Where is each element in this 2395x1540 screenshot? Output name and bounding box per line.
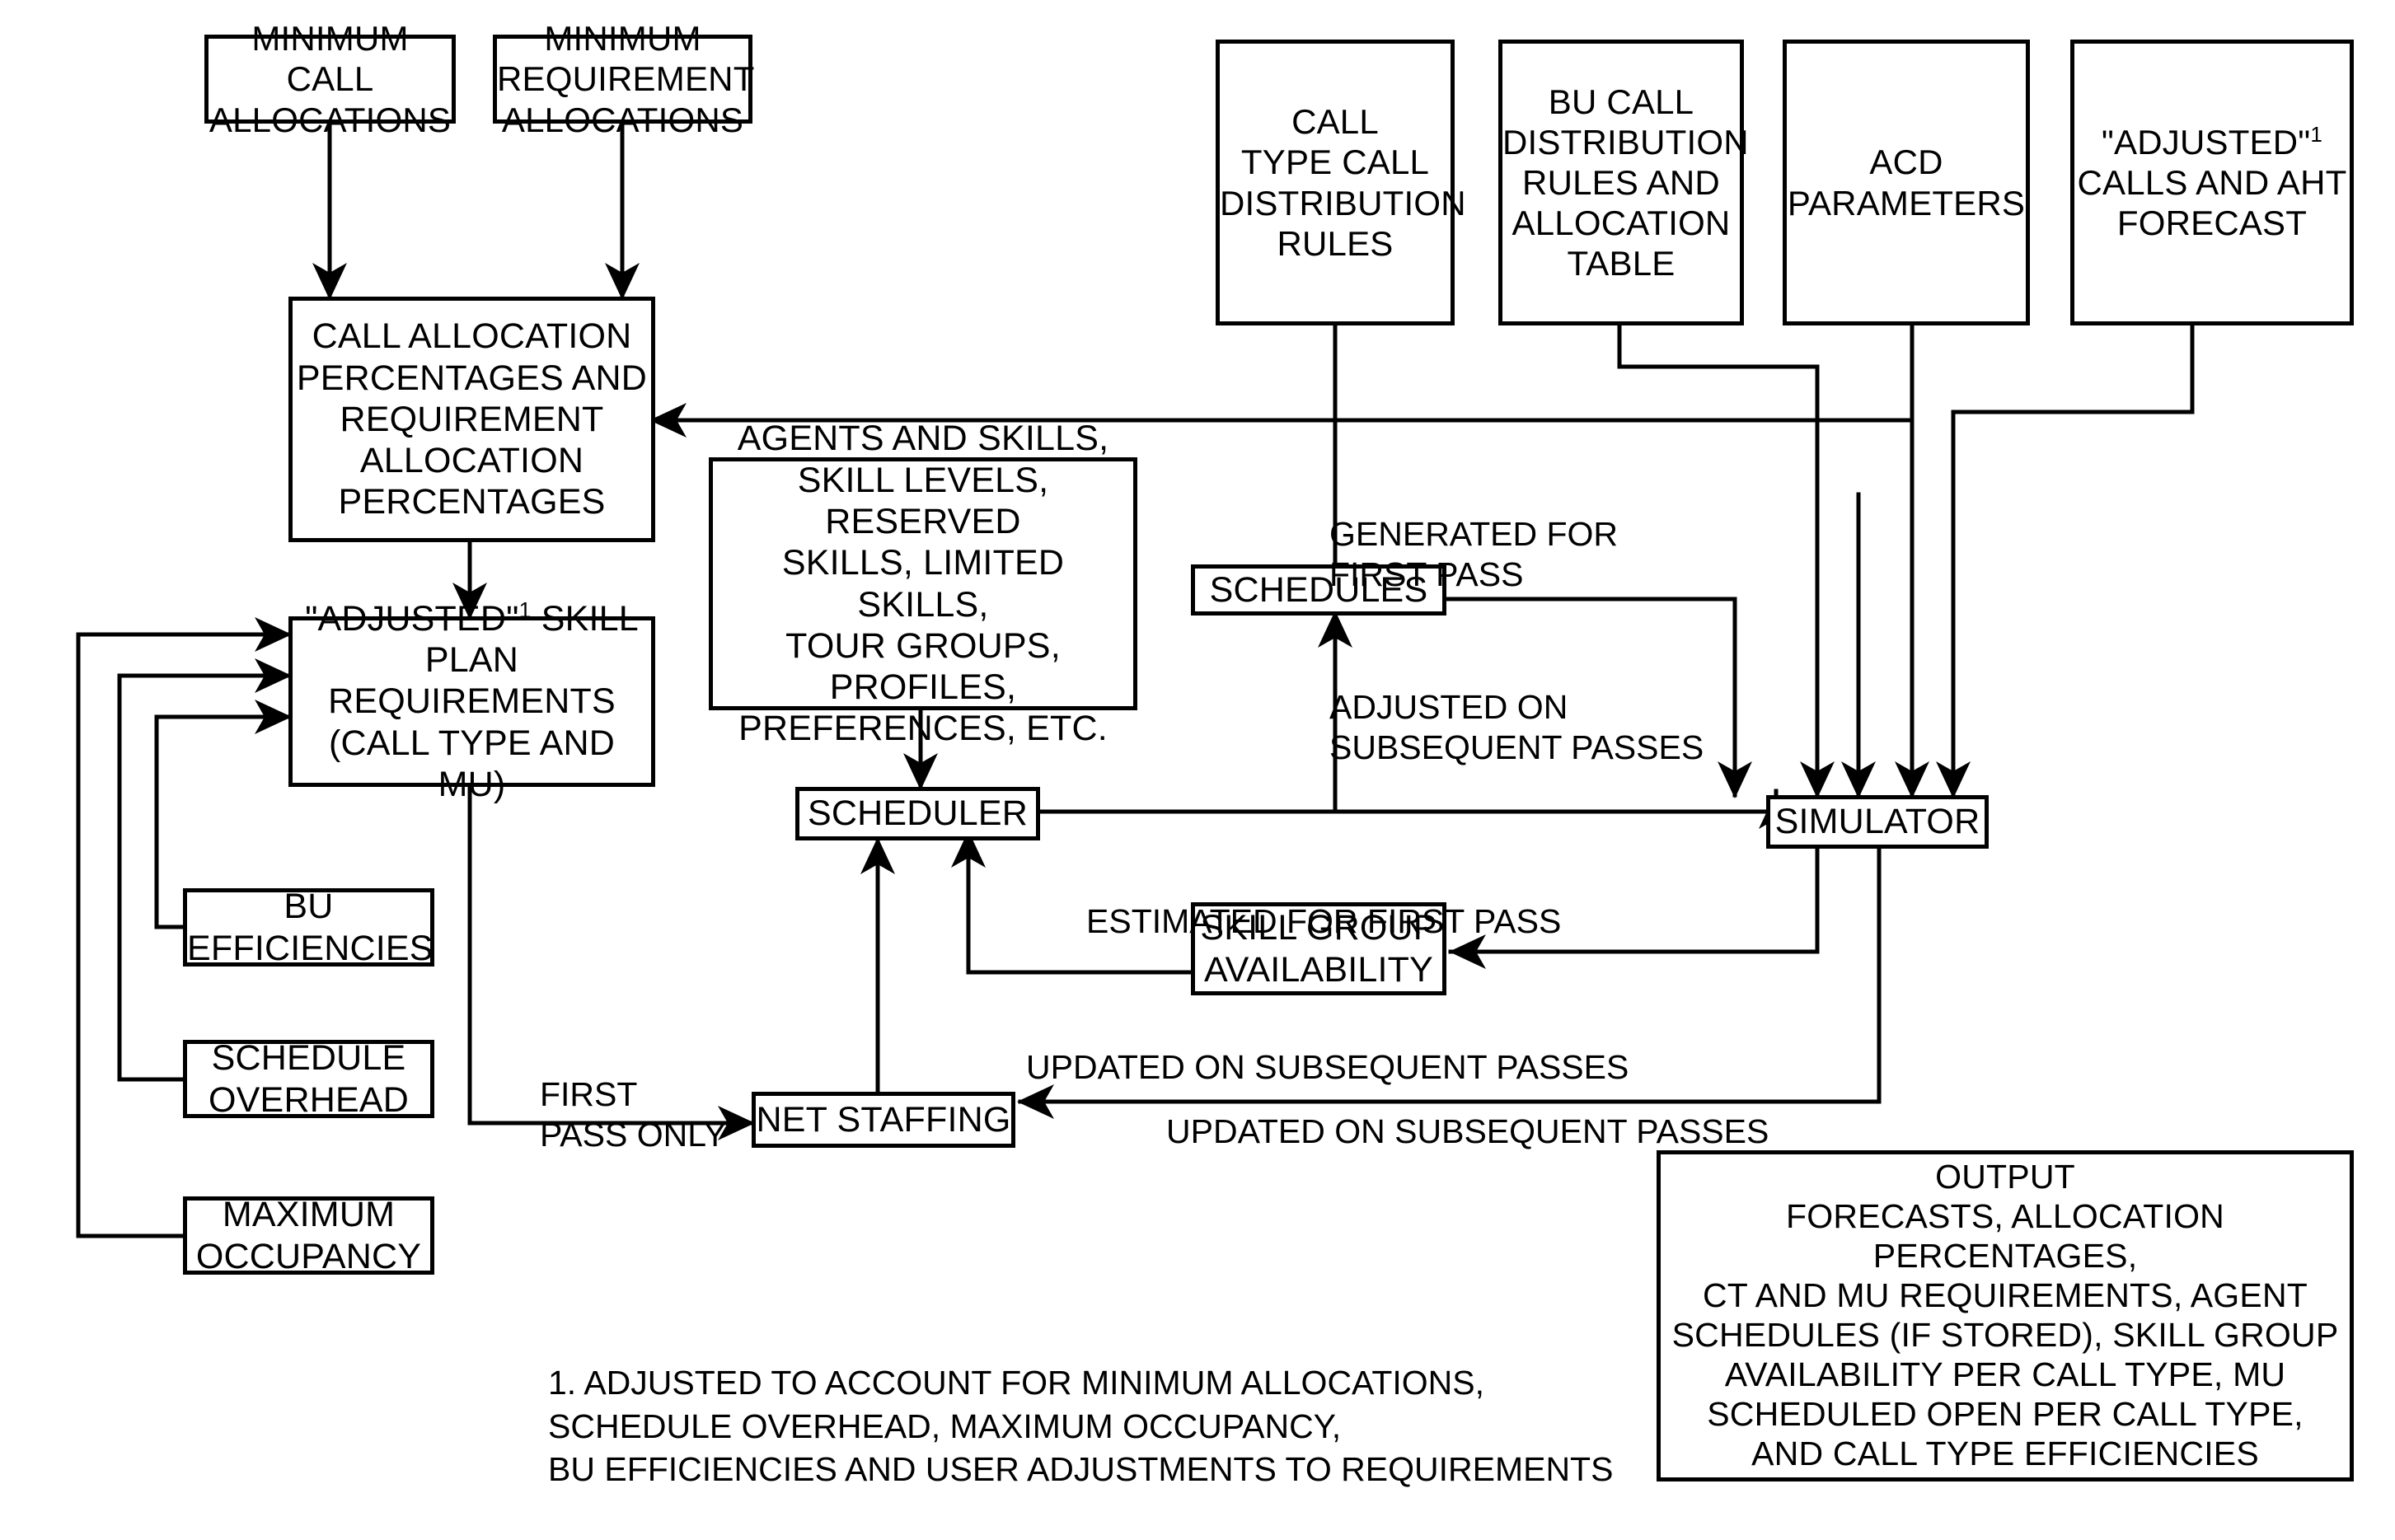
- node-label: BU EFFICIENCIES: [187, 887, 434, 968]
- edge-label-estimated-for-first-pass: ESTIMATED FOR FIRST PASS: [1086, 861, 1561, 942]
- footnote-body: 1. ADJUSTED TO ACCOUNT FOR MINIMUM ALLOC…: [548, 1364, 1614, 1489]
- edge-label-text: ADJUSTED ON SUBSEQUENT PASSES: [1329, 688, 1704, 767]
- node-minimum-requirement-allocations: MINIMUM REQUIREMENT ALLOCATIONS: [493, 19, 754, 139]
- adjusted-quoted-text: "ADJUSTED": [2101, 122, 2311, 161]
- edge-label-text: GENERATED FOR FIRST PASS: [1329, 515, 1619, 594]
- node-label: MINIMUM CALL ALLOCATIONS: [209, 19, 452, 139]
- node-label: NET STAFFING: [756, 1099, 1011, 1140]
- footnote-marker: 1: [2310, 121, 2323, 147]
- node-output: OUTPUT FORECASTS, ALLOCATION PERCENTAGES…: [1657, 1150, 2354, 1481]
- node-label: ACD PARAMETERS: [1787, 143, 2026, 222]
- node-net-staffing: NET STAFFING: [752, 1092, 1015, 1148]
- node-label: SIMULATOR: [1774, 802, 1980, 842]
- footnote-marker: 1: [518, 597, 532, 623]
- footnote-text: 1. ADJUSTED TO ACCOUNT FOR MINIMUM ALLOC…: [548, 1318, 1619, 1491]
- flow-diagram-canvas: MINIMUM CALL ALLOCATIONS MINIMUM REQUIRE…: [0, 0, 2395, 1540]
- node-label: AGENTS AND SKILLS, SKILL LEVELS, RESERVE…: [737, 419, 1109, 749]
- node-label: MAXIMUM OCCUPANCY: [195, 1195, 422, 1276]
- edge-label-generated-for-first-pass: GENERATED FOR FIRST PASS: [1329, 474, 1618, 596]
- adjusted-rest-text: CALLS AND AHT FORECAST: [2077, 162, 2347, 243]
- node-label: BU CALL DISTRIBUTION RULES AND ALLOCATIO…: [1502, 82, 1749, 283]
- node-agents-and-skills: AGENTS AND SKILLS, SKILL LEVELS, RESERVE…: [709, 419, 1137, 748]
- node-schedule-overhead: SCHEDULE OVERHEAD: [183, 1038, 434, 1120]
- edge-label-first-pass-only: FIRST PASS ONLY: [540, 1034, 726, 1156]
- node-label: "ADJUSTED"1 CALLS AND AHT FORECAST: [2074, 122, 2350, 243]
- node-label: CALL TYPE CALL DISTRIBUTION RULES: [1220, 102, 1466, 263]
- node-bu-efficiencies: BU EFFICIENCIES: [183, 887, 434, 968]
- node-scheduler: SCHEDULER: [795, 787, 1040, 840]
- node-adjusted-skill-plan-requirements: "ADJUSTED"1 SKILL PLAN REQUIREMENTS (CAL…: [288, 599, 655, 804]
- edge-label-text: UPDATED ON SUBSEQUENT PASSES: [1166, 1112, 1769, 1151]
- edge-label-adjusted-on-subsequent-passes: ADJUSTED ON SUBSEQUENT PASSES: [1329, 647, 1704, 769]
- node-adjusted-calls-aht-forecast: "ADJUSTED"1 CALLS AND AHT FORECAST: [2070, 40, 2354, 325]
- node-label: CALL ALLOCATION PERCENTAGES AND REQUIREM…: [296, 316, 648, 522]
- node-call-type-call-distribution-rules: CALL TYPE CALL DISTRIBUTION RULES: [1216, 40, 1466, 325]
- node-label: MINIMUM REQUIREMENT ALLOCATIONS: [497, 19, 755, 139]
- node-bu-call-distribution-rules: BU CALL DISTRIBUTION RULES AND ALLOCATIO…: [1498, 40, 1749, 325]
- node-maximum-occupancy: MAXIMUM OCCUPANCY: [183, 1195, 434, 1276]
- edge-label-text: FIRST PASS ONLY: [540, 1075, 727, 1154]
- adjusted-quoted-text: "ADJUSTED": [305, 598, 519, 639]
- node-label: SCHEDULE OVERHEAD: [209, 1038, 409, 1120]
- edge-label-text: ESTIMATED FOR FIRST PASS: [1086, 902, 1562, 941]
- node-acd-parameters: ACD PARAMETERS: [1783, 40, 2030, 325]
- node-label: OUTPUT FORECASTS, ALLOCATION PERCENTAGES…: [1671, 1158, 2339, 1472]
- edge-label-updated-on-subsequent-passes-net-staffing: UPDATED ON SUBSEQUENT PASSES: [1166, 1071, 1769, 1152]
- node-call-allocation-percentages: CALL ALLOCATION PERCENTAGES AND REQUIREM…: [288, 297, 655, 542]
- node-simulator: SIMULATOR: [1766, 795, 1989, 849]
- node-label: "ADJUSTED"1 SKILL PLAN REQUIREMENTS (CAL…: [293, 598, 651, 805]
- node-minimum-call-allocations: MINIMUM CALL ALLOCATIONS: [204, 19, 456, 139]
- node-label: SCHEDULER: [807, 793, 1029, 834]
